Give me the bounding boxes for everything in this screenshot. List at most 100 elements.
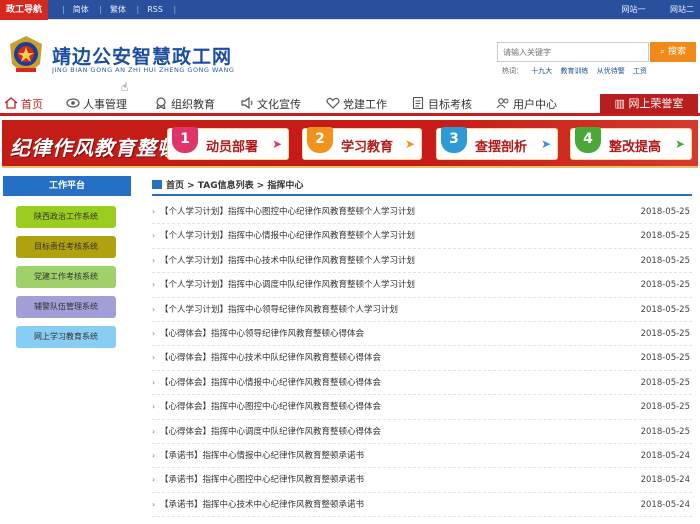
- article-title[interactable]: 【承诺书】指挥中心图控中心纪律作风教育整顿承诺书: [160, 468, 364, 492]
- step-study[interactable]: 2 学习教育 ➤: [302, 127, 422, 160]
- honor-icon: ▥: [614, 97, 629, 110]
- hot-word[interactable]: 从优待警: [597, 67, 625, 75]
- hot-word[interactable]: 十九大: [531, 67, 552, 75]
- article-title[interactable]: 【个人学习计划】指挥中心调度中队纪律作风教育整顿个人学习计划: [160, 273, 415, 297]
- honor-label: 网上荣誉室: [628, 97, 684, 110]
- article-title[interactable]: 【心得体会】指挥中心技术中队纪律作风教育整顿心得体会: [160, 346, 381, 370]
- article-date: 2018-05-25: [640, 377, 690, 388]
- bullet-icon: ›: [152, 304, 156, 314]
- article-title[interactable]: 【承诺书】指挥中心情报中心纪律作风教育整顿承诺书: [160, 444, 364, 468]
- list-item[interactable]: › 【个人学习计划】指挥中心领导纪律作风教育整顿个人学习计划 2018-05-25: [152, 298, 692, 322]
- bullet-icon: ›: [152, 426, 156, 436]
- article-title[interactable]: 【心得体会】指挥中心调度中队纪律作风教育整顿心得体会: [160, 420, 381, 444]
- list-item[interactable]: › 【个人学习计划】指挥中心调度中队纪律作风教育整顿个人学习计划 2018-05-2…: [152, 273, 692, 298]
- hot-word[interactable]: 教育训练: [560, 67, 588, 75]
- hot-word[interactable]: 工资: [633, 67, 647, 75]
- top-right-links: 网站一 网站二: [599, 0, 694, 20]
- rss-link[interactable]: RSS: [147, 5, 163, 14]
- article-title[interactable]: 【个人学习计划】指挥中心情报中心纪律作风教育整顿个人学习计划: [160, 224, 415, 248]
- article-title[interactable]: 【个人学习计划】指挥中心技术中队纪律作风教育整顿个人学习计划: [160, 249, 415, 273]
- step-number-badge: 2: [307, 127, 333, 153]
- list-item[interactable]: › 【个人学习计划】指挥中心图控中心纪律作风教育整顿个人学习计划 2018-05-2…: [152, 200, 692, 225]
- nav-home[interactable]: 首页: [4, 96, 43, 114]
- top-nav-brand[interactable]: 政工导航: [0, 0, 48, 20]
- header: 靖边公安智慧政工网 JING BIAN GONG AN ZHI HUI ZHEN…: [0, 20, 700, 94]
- sidebar-item-learning[interactable]: 网上学习教育系统: [16, 326, 116, 348]
- list-item[interactable]: › 【心得体会】指挥中心图控中心纪律作风教育整顿心得体会 2018-05-25: [152, 395, 692, 420]
- article-title[interactable]: 【心得体会】指挥中心图控中心纪律作风教育整顿心得体会: [160, 395, 381, 419]
- arrow-right-icon: ➤: [271, 137, 282, 151]
- list-item[interactable]: › 【承诺书】指挥中心图控中心纪律作风教育整顿承诺书 2018-05-24: [152, 468, 692, 493]
- article-date: 2018-05-24: [640, 475, 690, 486]
- article-date: 2018-05-25: [640, 328, 690, 339]
- nav-culture[interactable]: 文化宣传: [240, 96, 301, 114]
- bullet-icon: ›: [152, 402, 156, 412]
- list-item[interactable]: › 【个人学习计划】指挥中心技术中队纪律作风教育整顿个人学习计划 2018-05-2…: [152, 249, 692, 274]
- bullet-icon: ›: [152, 328, 156, 338]
- sidebar-item-target[interactable]: 目标责任考核系统: [16, 236, 116, 258]
- site-title[interactable]: 靖边公安智慧政工网: [52, 42, 232, 69]
- list-item[interactable]: › 【心得体会】指挥中心技术中队纪律作风教育整顿心得体会 2018-05-25: [152, 346, 692, 371]
- article-date: 2018-05-24: [640, 499, 690, 510]
- step-analysis[interactable]: 3 查摆剖析 ➤: [436, 127, 558, 160]
- list-item[interactable]: › 【心得体会】指挥中心调度中队纪律作风教育整顿心得体会 2018-05-25: [152, 420, 692, 444]
- article-list: › 【个人学习计划】指挥中心图控中心纪律作风教育整顿个人学习计划 2018-05-2…: [152, 200, 692, 518]
- article-date: 2018-05-25: [640, 402, 690, 413]
- top-links: | 简体 | 繁体 | RSS |: [62, 5, 177, 14]
- site-subtitle: JING BIAN GONG AN ZHI HUI ZHENG GONG WAN…: [52, 66, 235, 74]
- sidebar-item-party[interactable]: 党建工作考核系统: [16, 266, 116, 288]
- nav-label: 用户中心: [513, 98, 557, 111]
- nav-label: 人事管理: [83, 98, 127, 111]
- bullet-icon: ›: [152, 377, 156, 387]
- sidebar-item-auxiliary[interactable]: 辅警队伍管理系统: [16, 296, 116, 318]
- article-date: 2018-05-24: [640, 450, 690, 461]
- article-title[interactable]: 【承诺书】指挥中心技术中心纪律作风教育整顿承诺书: [160, 493, 364, 517]
- step-label: 学习教育: [341, 140, 394, 155]
- honor-room-button[interactable]: ▥ 网上荣誉室: [600, 94, 698, 114]
- article-title[interactable]: 【心得体会】指挥中心情报中心纪律作风教育整顿心得体会: [160, 371, 381, 395]
- list-item[interactable]: › 【承诺书】指挥中心技术中心纪律作风教育整顿承诺书 2018-05-24: [152, 493, 692, 518]
- article-date: 2018-05-25: [640, 304, 690, 315]
- site-link-2[interactable]: 网站二: [670, 5, 694, 14]
- list-item[interactable]: › 【承诺书】指挥中心情报中心纪律作风教育整顿承诺书 2018-05-24: [152, 444, 692, 469]
- nav-organization[interactable]: 组织教育: [154, 96, 215, 114]
- heart-icon: [326, 97, 340, 109]
- list-item[interactable]: › 【心得体会】指挥中心领导纪律作风教育整顿心得体会 2018-05-25: [152, 322, 692, 347]
- nav-personnel[interactable]: 人事管理: [66, 96, 127, 114]
- list-item[interactable]: › 【心得体会】指挥中心情报中心纪律作风教育整顿心得体会 2018-05-25: [152, 371, 692, 396]
- step-number-badge: 3: [441, 127, 467, 153]
- article-title[interactable]: 【个人学习计划】指挥中心领导纪律作风教育整顿个人学习计划: [160, 298, 398, 322]
- home-icon: [4, 97, 18, 109]
- article-title[interactable]: 【个人学习计划】指挥中心图控中心纪律作风教育整顿个人学习计划: [160, 200, 415, 224]
- bullet-icon: ›: [152, 475, 156, 485]
- bullet-icon: ›: [152, 499, 156, 509]
- step-label: 动员部署: [206, 140, 259, 155]
- badge-icon: [156, 97, 166, 109]
- sidebar-item-political[interactable]: 陕西政治工作系统: [16, 206, 116, 228]
- search-input[interactable]: [498, 43, 648, 61]
- bullet-icon: ›: [152, 353, 156, 363]
- article-date: 2018-05-25: [640, 426, 690, 437]
- sidebar-title: 工作平台: [3, 176, 131, 196]
- nav-party[interactable]: 党建工作: [326, 96, 387, 114]
- nav-label: 组织教育: [171, 98, 215, 111]
- step-mobilization[interactable]: 1 动员部署 ➤: [167, 127, 289, 160]
- nav-user-center[interactable]: 用户中心: [496, 96, 557, 114]
- traditional-link[interactable]: 繁体: [110, 5, 126, 14]
- bullet-icon: ›: [152, 450, 156, 460]
- breadcrumb-text[interactable]: 首页 > TAG信息列表 > 指挥中心: [166, 181, 303, 191]
- nav-assessment[interactable]: 目标考核: [411, 96, 472, 114]
- site-link-1[interactable]: 网站一: [621, 5, 645, 14]
- hot-words: 热词： 十九大 教育训练 从优待警 工资: [502, 66, 653, 76]
- search-icon: ⌕: [660, 47, 668, 57]
- police-emblem-icon: [10, 36, 42, 72]
- step-improvement[interactable]: 4 整改提高 ➤: [570, 127, 692, 160]
- list-item[interactable]: › 【个人学习计划】指挥中心情报中心纪律作风教育整顿个人学习计划 2018-05-2…: [152, 224, 692, 249]
- breadcrumb: 首页 > TAG信息列表 > 指挥中心: [152, 178, 692, 196]
- search-box: [497, 42, 649, 62]
- article-date: 2018-05-25: [640, 353, 690, 364]
- article-title[interactable]: 【心得体会】指挥中心领导纪律作风教育整顿心得体会: [160, 322, 364, 346]
- search-button[interactable]: ⌕ 搜索: [650, 42, 696, 62]
- article-date: 2018-05-25: [640, 255, 690, 266]
- simplified-link[interactable]: 简体: [73, 5, 89, 14]
